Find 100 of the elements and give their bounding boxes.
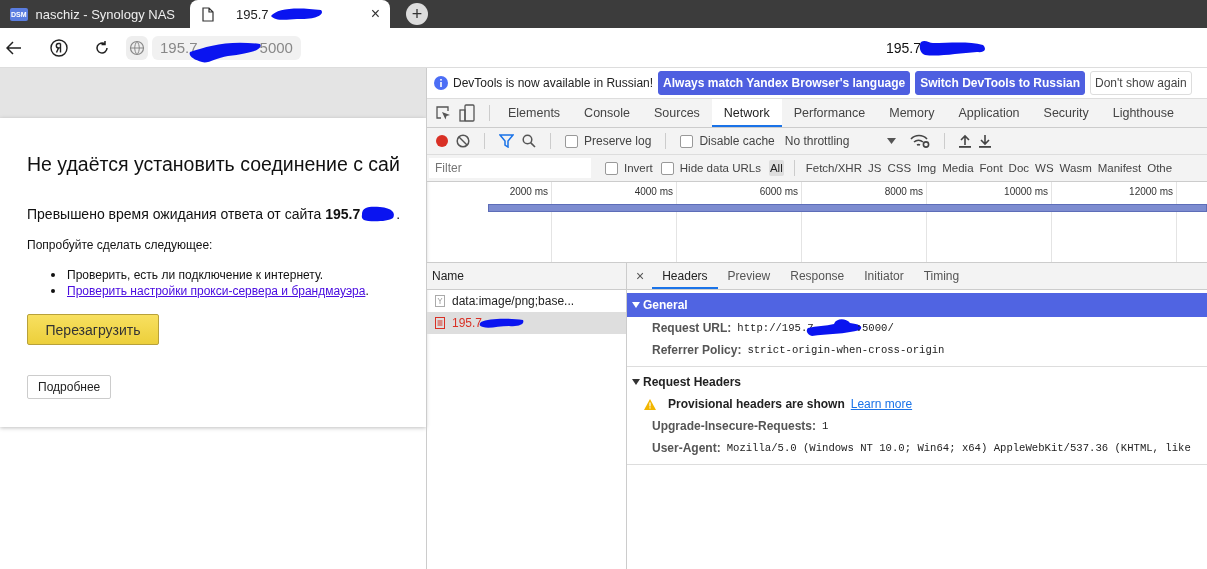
details-tab[interactable]: Headers — [652, 263, 718, 289]
tick-label: 6000 ms — [759, 186, 798, 197]
tab-title: 195.7 — [236, 6, 269, 22]
type-filter-button[interactable]: Font — [978, 160, 1004, 176]
devtools-tab[interactable]: Application — [946, 99, 1032, 127]
download-icon[interactable] — [979, 134, 992, 148]
throttling-dropdown[interactable]: No throttling — [784, 134, 850, 148]
filter-icon[interactable] — [499, 134, 514, 148]
header-value: 1 — [822, 420, 829, 432]
devtools-tab[interactable]: Memory — [877, 99, 947, 127]
clear-icon[interactable] — [456, 134, 470, 148]
redaction-scribble — [360, 205, 397, 223]
bullet-icon — [51, 273, 55, 277]
warning-icon — [644, 398, 656, 410]
back-icon[interactable] — [6, 40, 22, 55]
header-name: Request URL: — [652, 321, 732, 335]
type-filter-button[interactable]: Wasm — [1058, 160, 1093, 176]
devtools-tab[interactable]: Lighthouse — [1100, 99, 1186, 127]
type-filter-button[interactable]: Othe — [1146, 160, 1174, 176]
details-tab[interactable]: Response — [780, 263, 855, 289]
reload-icon[interactable] — [94, 39, 110, 56]
checkbox[interactable] — [565, 134, 578, 148]
new-tab-button[interactable]: + — [406, 3, 428, 25]
header-value: :5000/ — [855, 322, 894, 334]
device-icon[interactable] — [459, 104, 475, 122]
tick-label: 10000 ms — [1004, 186, 1048, 197]
filter-field[interactable]: Filter — [429, 158, 591, 178]
globe-icon — [129, 39, 145, 56]
warning-text: Provisional headers are shown — [668, 397, 845, 411]
period-text: . — [396, 206, 401, 222]
close-icon[interactable]: × — [627, 263, 653, 289]
type-filter-button[interactable]: JS — [867, 160, 883, 176]
info-icon — [434, 76, 448, 90]
header-name: User-Agent: — [652, 441, 721, 455]
devtools-tab[interactable]: Security — [1031, 99, 1101, 127]
expand-triangle-icon — [632, 379, 640, 385]
header-value: Mozilla/5.0 (Windows NT 10.0; Win64; x64) AppleWebKit/537.36 (KHTML, like — [726, 442, 1191, 454]
learn-more-link[interactable]: Learn more — [850, 397, 913, 411]
request-row[interactable]: 195.7 — [427, 312, 626, 334]
search-icon[interactable] — [522, 134, 536, 148]
tick-label: 12000 ms — [1129, 186, 1173, 197]
checkbox[interactable] — [680, 134, 694, 148]
tick-label: 8000 ms — [884, 186, 923, 197]
details-button[interactable]: Подробнее — [27, 375, 112, 399]
upload-icon[interactable] — [959, 134, 972, 148]
type-filter-button[interactable]: Doc — [1007, 160, 1031, 176]
reload-button[interactable]: Перезагрузить — [27, 314, 159, 345]
yandex-logo-icon[interactable] — [50, 38, 68, 57]
type-filter-button[interactable]: Manifest — [1096, 160, 1143, 176]
header-name: Referrer Policy: — [652, 343, 742, 357]
section-header[interactable]: Request Headers — [627, 371, 1207, 393]
record-button[interactable] — [436, 135, 448, 147]
tick-label: 2000 ms — [509, 186, 548, 197]
details-tab[interactable]: Timing — [913, 263, 970, 289]
error-heading: Не удаётся установить соединение с сай — [27, 153, 401, 176]
infobar-message: DevTools is now available in Russian! — [453, 76, 654, 90]
close-icon[interactable]: × — [370, 5, 380, 23]
bullet-icon — [51, 289, 55, 293]
devtools-tab[interactable]: Network — [711, 99, 782, 127]
document-icon — [435, 317, 445, 329]
infobar-button[interactable]: Don't show again — [1090, 71, 1192, 95]
image-file-icon — [435, 295, 445, 307]
error-message: Превышено время ожидания ответа от сайта 195.7 — [27, 206, 361, 222]
type-filter-button[interactable]: All — [768, 160, 784, 176]
infobar-button[interactable]: Switch DevTools to Russian — [915, 71, 1085, 95]
section-header[interactable]: General — [627, 293, 1207, 317]
devtools-tab[interactable]: Console — [572, 99, 642, 127]
column-header[interactable]: Name — [427, 263, 626, 290]
infobar-button[interactable]: Always match Yandex Browser's language — [658, 71, 911, 95]
checkbox-label: Disable cache — [699, 134, 775, 148]
type-filter-button[interactable]: Img — [916, 160, 938, 176]
tick-label: 4000 ms — [634, 186, 673, 197]
page-title: 195.7 — [885, 39, 921, 56]
type-filter-button[interactable]: CSS — [886, 160, 913, 176]
period-text: . — [365, 284, 369, 298]
type-filter-button[interactable]: Media — [941, 160, 975, 176]
devtools-tab[interactable]: Performance — [781, 99, 878, 127]
inspect-icon[interactable] — [435, 105, 451, 121]
expand-triangle-icon — [632, 302, 640, 308]
browser-tab[interactable]: 195.7 × — [190, 0, 390, 28]
checkbox[interactable] — [660, 161, 674, 175]
checkbox-label: Preserve log — [584, 134, 652, 148]
header-value: http://195.7 — [737, 322, 814, 334]
page-icon — [202, 6, 214, 22]
checkbox-label: Hide data URLs — [679, 162, 761, 174]
site-info-button[interactable] — [126, 35, 148, 60]
header-name: Upgrade-Insecure-Requests: — [652, 419, 817, 433]
wifi-gear-icon[interactable] — [910, 134, 931, 148]
checkbox-label: Invert — [624, 162, 653, 174]
request-row[interactable]: data:image/png;base... — [427, 290, 626, 312]
details-tab[interactable]: Initiator — [854, 263, 914, 289]
checkbox[interactable] — [605, 161, 618, 175]
tab-title: naschiz - Synology NAS — [35, 6, 175, 22]
type-filter-button[interactable]: Fetch/XHR — [804, 160, 863, 176]
caret-icon[interactable] — [887, 138, 897, 144]
details-tab[interactable]: Preview — [717, 263, 781, 289]
devtools-tab[interactable]: Sources — [642, 99, 712, 127]
suggestion-text: Проверить, есть ли подключение к интернету. — [67, 268, 324, 282]
type-filter-button[interactable]: WS — [1034, 160, 1055, 176]
devtools-tab[interactable]: Elements — [496, 99, 573, 127]
